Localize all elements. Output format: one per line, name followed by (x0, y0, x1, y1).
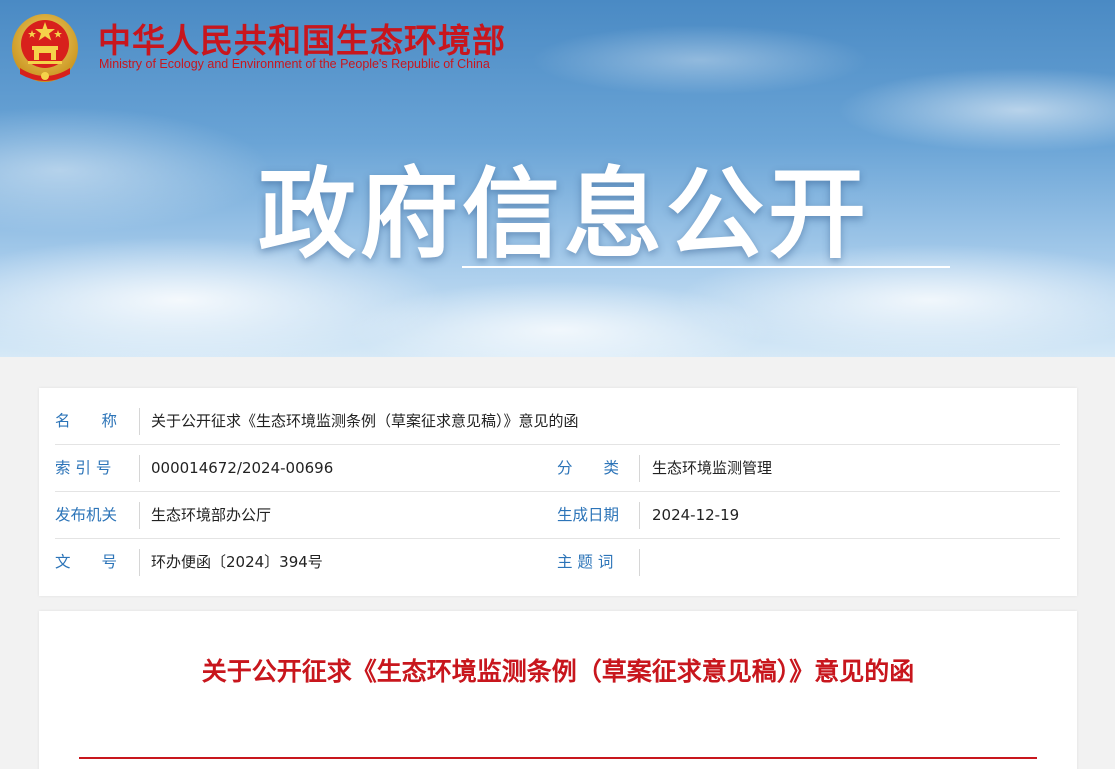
category-label: 分 类 (557, 459, 620, 477)
keywords-label: 主 题 词 (557, 553, 614, 571)
divider (639, 455, 640, 482)
document-title: 关于公开征求《生态环境监测条例（草案征求意见稿）》意见的函 (201, 657, 915, 686)
divider (139, 408, 140, 435)
national-emblem-icon[interactable] (10, 8, 80, 84)
index-label: 索 引 号 (55, 459, 112, 477)
site-subtitle: Ministry of Ecology and Environment of t… (99, 57, 490, 71)
date-label: 生成日期 (557, 506, 620, 524)
divider (139, 455, 140, 482)
name-value: 关于公开征求《生态环境监测条例（草案征求意见稿）》意见的函 (151, 412, 579, 430)
meta-row-docno: 文 号 环办便函〔2024〕394号 主 题 词 (55, 539, 1060, 586)
divider (139, 549, 140, 576)
hero-underline (462, 266, 950, 268)
meta-row-index: 索 引 号 000014672/2024-00696 分 类 生态环境监测管理 (55, 445, 1060, 492)
meta-row-issuer: 发布机关 生态环境部办公厅 生成日期 2024-12-19 (55, 492, 1060, 539)
index-value: 000014672/2024-00696 (151, 459, 334, 477)
name-label: 名 称 (55, 412, 118, 430)
header-banner: 中华人民共和国生态环境部 Ministry of Ecology and Env… (0, 0, 1115, 357)
meta-row-name: 名 称 关于公开征求《生态环境监测条例（草案征求意见稿）》意见的函 (55, 398, 1060, 445)
site-title[interactable]: 中华人民共和国生态环境部 (98, 14, 506, 62)
divider (639, 549, 640, 576)
category-value: 生态环境监测管理 (652, 459, 773, 477)
docno-label: 文 号 (55, 553, 118, 571)
divider (139, 502, 140, 529)
title-divider (79, 757, 1037, 759)
document-card: 关于公开征求《生态环境监测条例（草案征求意见稿）》意见的函 (39, 611, 1077, 769)
issuer-value: 生态环境部办公厅 (151, 506, 272, 524)
issuer-label: 发布机关 (55, 506, 118, 524)
metadata-table: 名 称 关于公开征求《生态环境监测条例（草案征求意见稿）》意见的函 索 引 号 … (39, 388, 1077, 596)
docno-value: 环办便函〔2024〕394号 (151, 553, 323, 571)
date-value: 2024-12-19 (652, 506, 740, 524)
divider (639, 502, 640, 529)
hero-title: 政府信息公开 (258, 158, 871, 272)
